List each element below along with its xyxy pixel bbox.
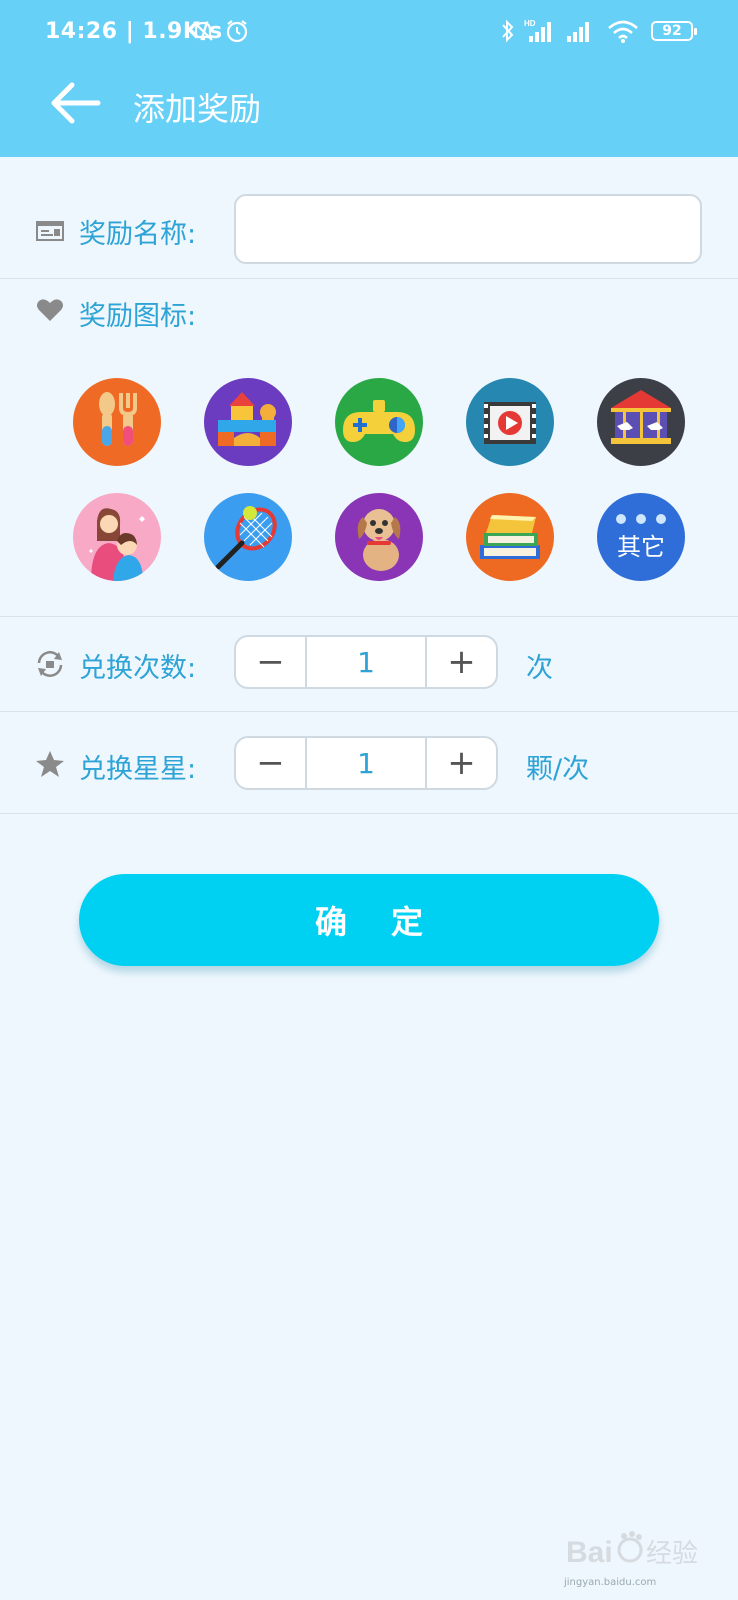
divider: [0, 813, 738, 814]
divider: [0, 616, 738, 617]
gamepad-icon[interactable]: [335, 378, 423, 466]
tennis-racket-icon[interactable]: [204, 493, 292, 581]
stars-value[interactable]: 1: [305, 738, 427, 788]
svg-text:HD: HD: [524, 19, 536, 28]
spoon-fork-icon[interactable]: [73, 378, 161, 466]
watermark-url: jingyan.baidu.com: [564, 1577, 657, 1588]
signal-icon: [567, 22, 589, 42]
mute-bell-icon: [193, 21, 213, 41]
back-arrow-icon[interactable]: [48, 80, 102, 126]
stars-plus-button[interactable]: +: [427, 738, 496, 788]
reward-name-input[interactable]: [234, 194, 702, 264]
battery-icon: 92: [651, 21, 697, 41]
exchange-stars-stepper: − 1 +: [234, 736, 498, 790]
reward-name-label: 奖励名称:: [79, 219, 197, 250]
times-value[interactable]: 1: [305, 637, 427, 687]
confirm-button[interactable]: 确定: [79, 874, 659, 966]
times-minus-button[interactable]: −: [236, 637, 305, 687]
building-blocks-icon[interactable]: [204, 378, 292, 466]
mother-child-icon[interactable]: [73, 493, 161, 581]
books-icon[interactable]: [466, 493, 554, 581]
exchange-times-stepper: − 1 +: [234, 635, 498, 689]
other-label: 其它: [617, 533, 665, 561]
alarm-icon: [226, 20, 248, 43]
hd-signal-icon: HD: [524, 19, 551, 42]
exchange-stars-label: 兑换星星:: [79, 754, 197, 785]
card-icon: [36, 221, 64, 241]
wifi-icon: [608, 20, 638, 43]
baidu-watermark-logo: Bai 经验: [566, 1531, 698, 1569]
app-header: 14:26 | 1.9K/s HD 92 添加奖励: [0, 0, 738, 157]
exchange-times-label: 兑换次数:: [79, 653, 197, 684]
bluetooth-icon: [502, 19, 514, 43]
heart-icon: [37, 299, 63, 321]
page-title: 添加奖励: [133, 90, 262, 128]
svg-text:Bai: Bai: [566, 1536, 613, 1569]
puppy-icon[interactable]: [335, 493, 423, 581]
times-unit: 次: [526, 653, 553, 684]
carousel-icon[interactable]: [597, 378, 685, 466]
stars-minus-button[interactable]: −: [236, 738, 305, 788]
divider: [0, 278, 738, 279]
reward-icon-label: 奖励图标:: [79, 301, 197, 332]
svg-text:经验: 经验: [646, 1539, 698, 1569]
other-icon[interactable]: 其它: [597, 493, 685, 581]
times-plus-button[interactable]: +: [427, 637, 496, 687]
refresh-gift-icon: [37, 651, 63, 677]
stars-unit: 颗/次: [526, 754, 590, 785]
status-bar: 14:26 | 1.9K/s HD 92: [0, 0, 738, 60]
divider: [0, 711, 738, 712]
star-icon: [36, 751, 64, 777]
video-play-icon[interactable]: [466, 378, 554, 466]
